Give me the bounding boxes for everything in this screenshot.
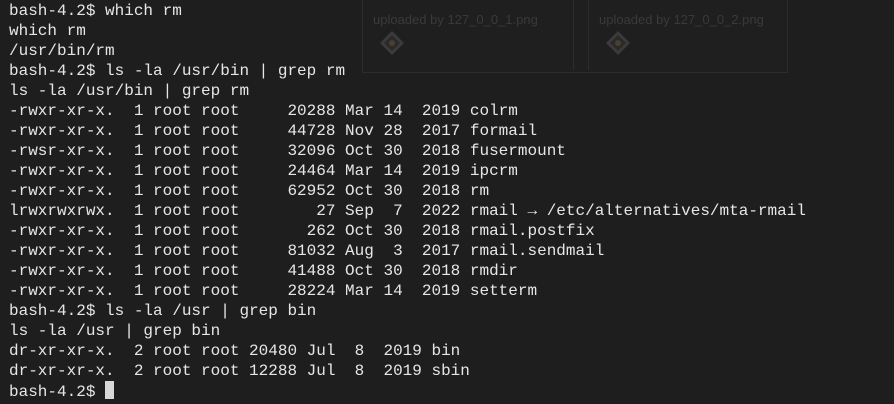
terminal-line: dr-xr-xr-x. 2 root root 12288 Jul 8 2019…	[9, 362, 470, 380]
terminal-line: which rm	[9, 22, 86, 40]
prompt-line[interactable]: bash-4.2$	[9, 381, 806, 401]
terminal-line: -rwxr-xr-x. 1 root root 62952 Oct 30 201…	[9, 182, 490, 200]
shell-prompt: bash-4.2$	[9, 383, 106, 401]
terminal-window[interactable]: uploaded by 127_0_0_1.png uploaded by 12…	[0, 0, 894, 404]
terminal-line: dr-xr-xr-x. 2 root root 20480 Jul 8 2019…	[9, 342, 461, 360]
terminal-line: bash-4.2$ ls -la /usr | grep bin	[9, 302, 317, 320]
terminal-line: -rwsr-xr-x. 1 root root 32096 Oct 30 201…	[9, 142, 566, 160]
terminal-line: -rwxr-xr-x. 1 root root 20288 Mar 14 201…	[9, 102, 518, 120]
terminal-line: -rwxr-xr-x. 1 root root 81032 Aug 3 2017…	[9, 242, 605, 260]
terminal-line: ls -la /usr | grep bin	[9, 322, 221, 340]
terminal-line: -rwxr-xr-x. 1 root root 44728 Nov 28 201…	[9, 122, 538, 140]
terminal-output: bash-4.2$ which rm which rm /usr/bin/rm …	[9, 1, 806, 401]
terminal-line: /usr/bin/rm	[9, 42, 115, 60]
terminal-line: -rwxr-xr-x. 1 root root 28224 Mar 14 201…	[9, 282, 538, 300]
terminal-line: bash-4.2$ ls -la /usr/bin | grep rm	[9, 62, 346, 80]
terminal-line: ls -la /usr/bin | grep rm	[9, 82, 250, 100]
terminal-line: -rwxr-xr-x. 1 root root 262 Oct 30 2018 …	[9, 222, 595, 240]
terminal-line: lrwxrwxrwx. 1 root root 27 Sep 7 2022 rm…	[9, 202, 806, 220]
terminal-line: bash-4.2$ which rm	[9, 2, 182, 20]
terminal-line: -rwxr-xr-x. 1 root root 41488 Oct 30 201…	[9, 262, 518, 280]
terminal-line: -rwxr-xr-x. 1 root root 24464 Mar 14 201…	[9, 162, 518, 180]
text-cursor	[105, 381, 115, 399]
